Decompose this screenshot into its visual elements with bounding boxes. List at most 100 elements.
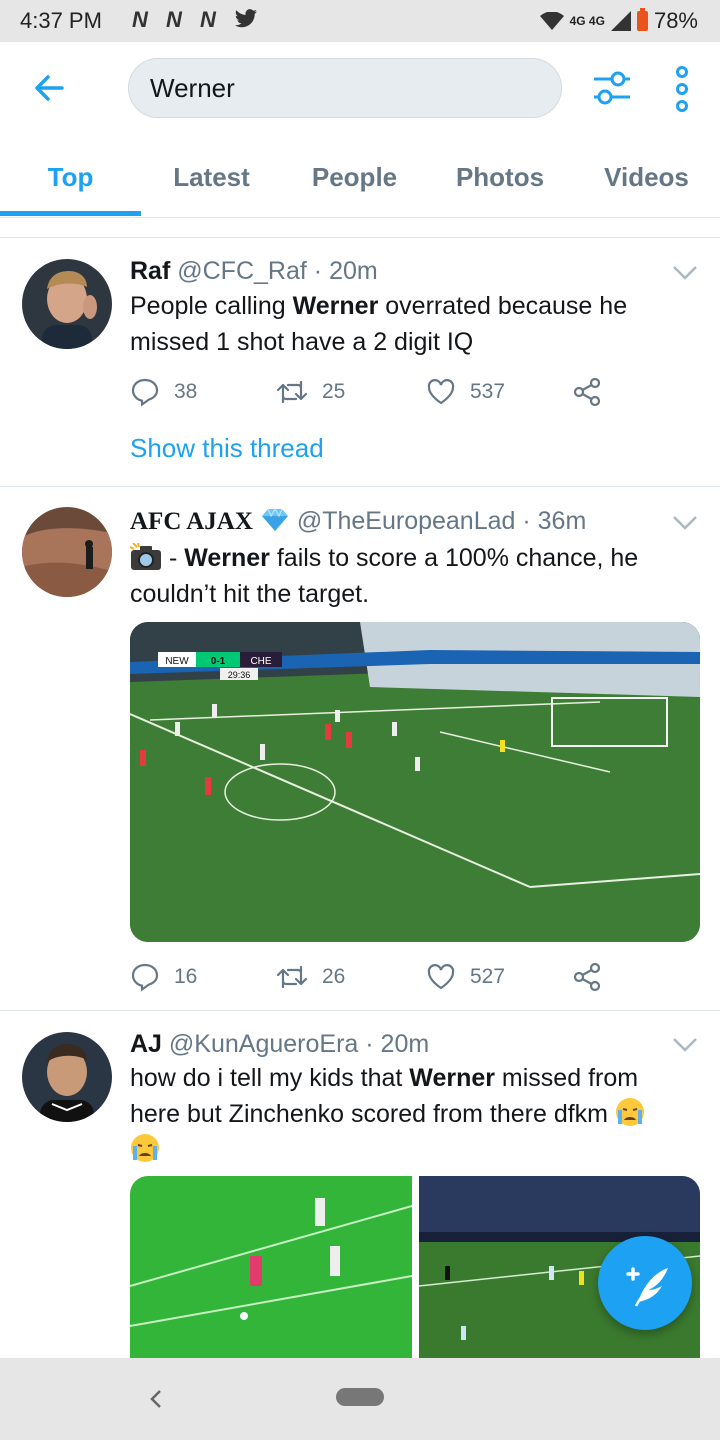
display-name[interactable]: AJ (130, 1030, 162, 1058)
share-button[interactable] (572, 374, 602, 410)
football-pitch-image: NEW 0-1 CHE 29:36 (130, 622, 700, 942)
tweet-text: - Werner fails to score a 100% chance, h… (129, 540, 690, 612)
chevron-down-icon[interactable] (672, 265, 698, 281)
like-button[interactable]: 537 (426, 374, 505, 410)
status-right: 4G 4G 78% (539, 8, 698, 34)
football-pitch-image (130, 1176, 412, 1358)
reply-count: 16 (174, 965, 198, 988)
share-icon (573, 377, 601, 407)
retweet-icon (276, 965, 308, 989)
share-icon (573, 962, 601, 992)
text-part: - (162, 544, 185, 572)
avatar-image (22, 259, 112, 349)
active-tab-indicator (0, 211, 141, 216)
reply-icon (131, 378, 159, 407)
compose-tweet-button[interactable] (598, 1236, 692, 1330)
reply-count: 38 (174, 380, 198, 403)
retweet-button[interactable]: 25 (276, 374, 345, 410)
display-name[interactable]: AFC AJAX (130, 508, 253, 535)
more-options-icon[interactable] (668, 64, 696, 114)
separator-dot: · (313, 257, 323, 285)
nav-back-icon[interactable] (144, 1382, 168, 1416)
search-tabs: Top Latest People Photos Videos (0, 137, 720, 218)
tab-photos[interactable]: Photos (427, 137, 573, 217)
chevron-down-icon[interactable] (672, 1037, 698, 1053)
text-part: People calling (130, 292, 293, 320)
avatar[interactable] (22, 507, 112, 597)
show-thread-link[interactable]: Show this thread (130, 433, 324, 464)
retweet-count: 26 (322, 965, 346, 988)
battery-level: 78% (653, 8, 698, 33)
reply-button[interactable]: 38 (130, 374, 197, 410)
crying-face-emoji-icon (131, 1134, 159, 1162)
filter-settings-icon[interactable] (590, 66, 634, 110)
signal-icon (610, 11, 631, 31)
highlighted-keyword: Werner (292, 292, 379, 320)
tweet-header: AJ @KunAgueroEra · 20m (130, 1030, 429, 1059)
highlighted-keyword: Werner (184, 544, 270, 572)
reply-button[interactable]: 16 (130, 959, 197, 995)
reply-icon (131, 963, 159, 992)
tweet-afc-ajax[interactable]: AFC AJAX @TheEuropeanLad · 36m - Werner … (0, 487, 720, 1010)
tweet-media-image-1[interactable] (130, 1176, 412, 1358)
avatar-image (22, 507, 112, 597)
scoreboard-away: CHE (250, 656, 271, 667)
crying-face-emoji-icon (615, 1098, 644, 1126)
tweet-text: People calling Werner overrated because … (130, 288, 690, 360)
scoreboard-score: 0-1 (211, 656, 226, 667)
tweet-text: how do i tell my kids that Werner missed… (130, 1060, 690, 1168)
text-part: how do i tell my kids that (130, 1064, 410, 1092)
avatar-image (22, 1032, 112, 1122)
handle[interactable]: @CFC_Raf (177, 257, 307, 285)
handle[interactable]: @TheEuropeanLad (297, 507, 516, 535)
timestamp: 36m (537, 507, 587, 535)
retweet-icon (276, 380, 308, 404)
like-count: 537 (470, 380, 506, 403)
tweet-raf[interactable]: Raf @CFC_Raf · 20m People calling Werner… (0, 238, 720, 486)
tweet-media-video[interactable]: NEW 0-1 CHE 29:36 (130, 622, 700, 942)
tweet-header: Raf @CFC_Raf · 20m (130, 257, 378, 286)
wifi-icon (539, 12, 564, 30)
tab-videos[interactable]: Videos (573, 137, 720, 217)
heart-icon (427, 964, 455, 990)
tab-top[interactable]: Top (0, 137, 141, 217)
compose-feather-icon (626, 1267, 668, 1307)
like-count: 527 (470, 965, 506, 988)
separator-dot: · (522, 507, 531, 535)
avatar[interactable] (22, 259, 112, 349)
back-arrow-icon[interactable] (28, 66, 72, 110)
system-navigation-bar (0, 1358, 720, 1440)
heart-icon (427, 379, 455, 405)
twitter-bird-icon (235, 9, 258, 28)
camera-with-flash-emoji-icon (129, 542, 161, 570)
retweet-button[interactable]: 26 (276, 959, 345, 995)
status-time: 4:37 PM (20, 8, 102, 33)
status-bar: 4:37 PM N N N 4G 4G 78% (0, 0, 720, 42)
tweet-header: AFC AJAX @TheEuropeanLad · 36m (130, 507, 586, 536)
nav-home-pill[interactable] (336, 1388, 384, 1406)
tweet-actions: 38 25 537 (130, 374, 650, 410)
network-type: 4G 4G (569, 14, 605, 28)
separator-dot: · (365, 1030, 374, 1058)
retweet-count: 25 (322, 380, 346, 403)
tweet-actions: 16 26 527 (130, 959, 650, 995)
timestamp: 20m (329, 257, 378, 285)
battery-icon (636, 8, 648, 31)
notification-text: N N N (132, 7, 222, 32)
like-button[interactable]: 527 (426, 959, 505, 995)
share-button[interactable] (572, 959, 602, 995)
avatar[interactable] (22, 1032, 112, 1122)
match-clock: 29:36 (228, 670, 251, 680)
tab-people[interactable]: People (282, 137, 427, 217)
chevron-down-icon[interactable] (672, 515, 698, 531)
tab-latest[interactable]: Latest (141, 137, 282, 217)
search-header: Werner (0, 42, 720, 137)
scoreboard-home: NEW (165, 656, 189, 667)
diamond-emoji-icon (261, 507, 288, 531)
timestamp: 20m (380, 1030, 430, 1058)
search-input[interactable]: Werner (128, 58, 562, 118)
handle[interactable]: @KunAgueroEra (169, 1030, 358, 1058)
notification-icons: N N N (132, 7, 258, 33)
display-name[interactable]: Raf (130, 257, 170, 285)
highlighted-keyword: Werner (409, 1064, 495, 1092)
